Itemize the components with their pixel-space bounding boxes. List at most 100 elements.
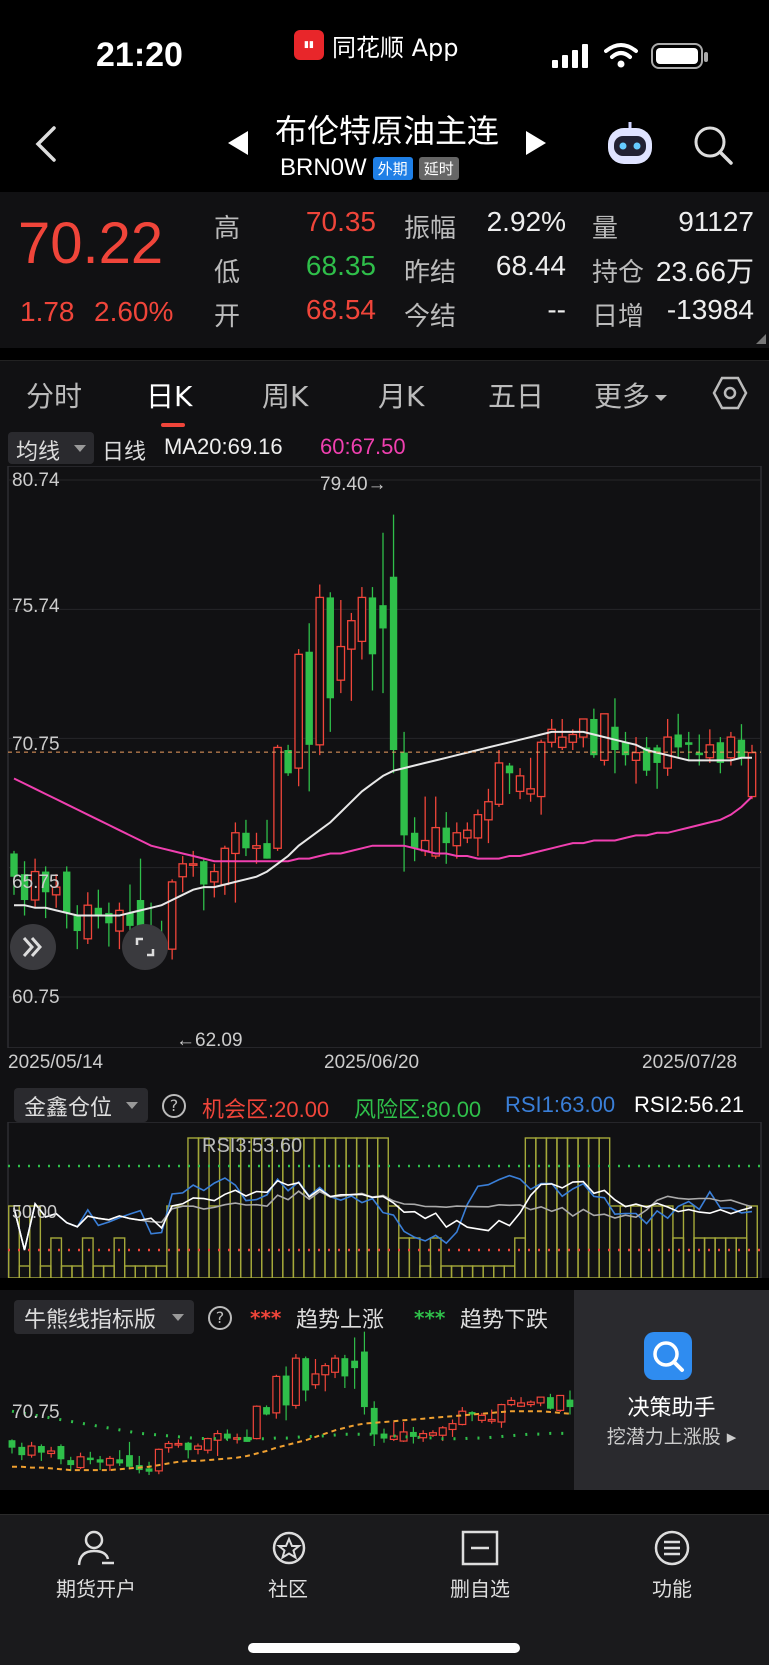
bull-bear-body: [438, 1427, 447, 1436]
rsi-bar: [123, 1265, 136, 1278]
candle-body: [188, 863, 198, 866]
rsi-bar: [735, 1237, 748, 1278]
candle-body: [685, 742, 693, 745]
bull-bear-body: [263, 1407, 270, 1415]
rsi-border: [7, 1122, 762, 1278]
bull-bear-body: [18, 1446, 26, 1456]
rsi-bar: [145, 1265, 158, 1278]
candle-body: [357, 596, 367, 643]
rsi-select-label: 金鑫仓位: [24, 1096, 113, 1121]
bull-bear-body: [409, 1431, 417, 1437]
status-time: 21:20: [96, 36, 183, 74]
ma-legend: 均线 日线 MA20:69.16 60:67.50: [0, 430, 769, 466]
tab-daily-k[interactable]: 日K: [146, 375, 192, 415]
today-settle-label: 今结: [404, 302, 457, 332]
bull-bear-body: [428, 1432, 437, 1436]
app-badge[interactable]: ▮▮ 同花顺 App: [294, 30, 459, 62]
kline-chart[interactable]: 80.74 75.74 70.75 65.75 60.75 79.40→ ←62…: [0, 465, 769, 1051]
y-label-3: 70.75: [12, 734, 60, 755]
tab-more-label: 更多: [594, 380, 651, 413]
back-icon[interactable]: [30, 124, 66, 164]
bull-bear-body: [448, 1423, 457, 1431]
collapse-toggle-button[interactable]: [10, 924, 56, 970]
candle-body: [231, 832, 240, 855]
tab-intraday[interactable]: 分时: [26, 375, 82, 415]
rsi-bar: [703, 1237, 716, 1278]
candle-body: [463, 829, 472, 839]
bull-bear-body: [477, 1414, 486, 1421]
contract-title: 布伦特原油主连: [274, 112, 499, 150]
tab-monthly-k[interactable]: 月K: [378, 375, 424, 415]
rsi1-value: RSI1:63.00: [505, 1092, 616, 1117]
prev-settle-value: 68.44: [495, 250, 566, 281]
y-label-min: 60.75: [12, 987, 60, 1008]
rsi-bar: [292, 1137, 305, 1278]
indicator-select-label: 均线: [16, 440, 61, 465]
candle-body: [515, 775, 525, 793]
open-interest-value: 23.66万: [655, 256, 754, 287]
tab-weekly-k[interactable]: 周K: [262, 375, 308, 415]
chart-settings-icon[interactable]: [712, 375, 748, 411]
rsi-bar: [482, 1265, 495, 1278]
robot-assistant-icon[interactable]: [604, 120, 656, 168]
tab-more[interactable]: 更多: [594, 375, 668, 415]
rsi-indicator-select[interactable]: 金鑫仓位: [14, 1088, 148, 1122]
daily-increase-label: 日增: [592, 302, 645, 332]
nav-community[interactable]: 社区: [218, 1529, 358, 1602]
rsi-bar: [102, 1265, 115, 1278]
candle-body: [494, 762, 504, 805]
fullscreen-button[interactable]: [122, 924, 168, 970]
bull-bear-body: [252, 1405, 261, 1440]
candle-body: [379, 605, 387, 629]
bull-bear-body: [566, 1399, 574, 1408]
candle-body: [200, 861, 208, 885]
bull-bear-body: [76, 1456, 85, 1469]
remove-square-icon: [461, 1530, 499, 1566]
prev-contract-icon[interactable]: [226, 130, 250, 156]
ma60-line: [13, 777, 753, 863]
rsi-bar: [166, 1205, 179, 1278]
bull-bear-body: [419, 1432, 428, 1439]
indicator-select[interactable]: 均线: [8, 432, 94, 465]
rsi-bar: [303, 1137, 316, 1278]
trend-down-dots: [11, 1409, 571, 1441]
candle-body: [747, 751, 757, 798]
rsi-help-icon[interactable]: ?: [162, 1094, 186, 1118]
nav-functions[interactable]: 功能: [602, 1529, 742, 1602]
nav-open-account[interactable]: 期货开户: [26, 1529, 166, 1602]
caret-down-icon: [655, 395, 668, 401]
bull-bear-body: [126, 1455, 133, 1467]
last-price: 70.22: [18, 211, 164, 276]
decision-assistant-card[interactable]: 决策助手 挖潜力上涨股 ▸: [574, 1290, 769, 1490]
rsi-bar: [419, 1265, 432, 1278]
bull-bear-body: [497, 1403, 506, 1423]
candle-body: [83, 904, 93, 940]
nav-header: 布伦特原油主连 BRN0W 外期 延时: [0, 96, 769, 192]
tab-five-day[interactable]: 五日: [488, 375, 544, 415]
rsi-bar: [92, 1265, 105, 1278]
candle-body: [220, 847, 230, 886]
bull-bear-body: [174, 1442, 183, 1446]
bull-bear-body: [302, 1358, 310, 1391]
candle-body: [536, 741, 546, 798]
contract-code: BRN0W: [280, 154, 367, 181]
volume-label: 量: [592, 214, 619, 244]
bull-bear-body: [184, 1442, 192, 1451]
rsi-bar: [113, 1237, 126, 1278]
search-icon[interactable]: [692, 124, 734, 166]
rsi-bar: [218, 1137, 231, 1278]
nav-remove-watchlist[interactable]: 删自选: [410, 1529, 550, 1602]
candle-body: [263, 843, 271, 859]
rsi-bar: [640, 1205, 653, 1278]
candle-body: [505, 765, 514, 774]
rsi-bar: [355, 1137, 368, 1278]
bull-bear-body: [526, 1401, 535, 1406]
bull-bear-body: [96, 1459, 104, 1463]
expand-corner-icon[interactable]: [756, 334, 766, 344]
rsi-bar: [387, 1205, 400, 1278]
decision-assistant-icon: [644, 1332, 692, 1380]
volume-value: 91127: [678, 206, 754, 237]
open-interest-label: 持仓: [592, 258, 645, 288]
rsi-bar: [71, 1265, 84, 1278]
next-contract-icon[interactable]: [524, 130, 548, 156]
